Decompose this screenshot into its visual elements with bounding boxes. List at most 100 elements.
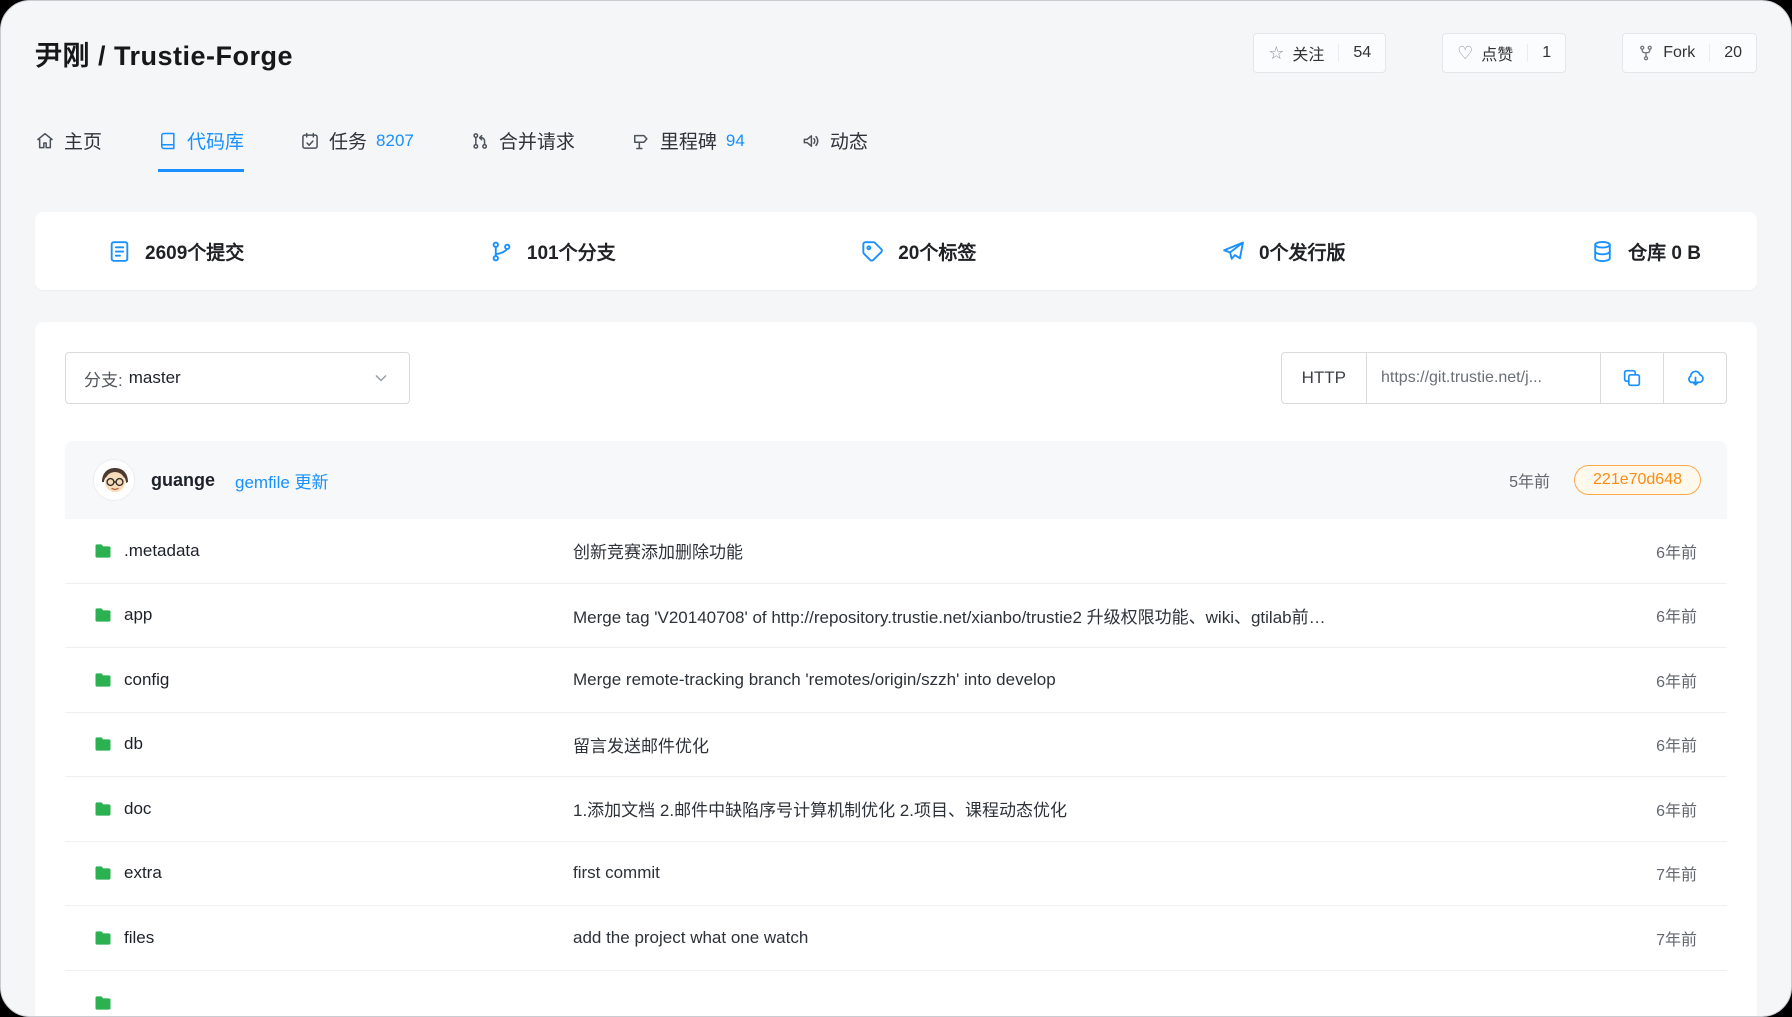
branch-label: 分支:	[84, 366, 123, 391]
stat-branches-label: 101个分支	[527, 238, 616, 265]
folder-icon	[93, 863, 113, 883]
commit-time: 5年前	[1509, 468, 1550, 492]
copy-icon	[1621, 367, 1643, 389]
repo-controls: 分支: master HTTP https://git.trustie.net/…	[65, 352, 1727, 404]
protocol-http-button[interactable]: HTTP	[1281, 352, 1367, 404]
file-name-link[interactable]: config	[93, 670, 573, 690]
milestone-icon	[631, 131, 651, 151]
commit-author[interactable]: guange	[151, 470, 215, 491]
tab-code-label: 代码库	[187, 127, 244, 154]
tab-code[interactable]: 代码库	[158, 127, 244, 172]
repo-browser-card: 分支: master HTTP https://git.trustie.net/…	[35, 322, 1757, 1017]
tab-pulls[interactable]: 合并请求	[470, 127, 575, 172]
tab-milestones[interactable]: 里程碑 94	[631, 127, 745, 172]
clone-url-field[interactable]: https://git.trustie.net/j...	[1367, 352, 1601, 404]
tasks-icon	[300, 131, 320, 151]
header-actions: ☆ 关注 54 ♡ 点赞 1 Fork 20	[1253, 33, 1757, 73]
file-name-link[interactable]: doc	[93, 799, 573, 819]
repo-header: 尹刚 / Trustie-Forge ☆ 关注 54 ♡ 点赞 1 Fork 2…	[35, 33, 1757, 73]
commit-sha-badge[interactable]: 221e70d648	[1574, 465, 1701, 495]
file-name-link[interactable]	[93, 993, 573, 1013]
file-name-link[interactable]: app	[93, 605, 573, 625]
tab-home[interactable]: 主页	[35, 127, 102, 172]
file-row-partial	[65, 971, 1727, 1017]
database-icon	[1590, 239, 1615, 264]
file-row: .metadata 创新竞赛添加删除功能 6年前	[65, 519, 1727, 584]
folder-icon	[93, 928, 113, 948]
release-icon	[1221, 239, 1246, 264]
tab-milestones-count: 94	[726, 131, 745, 151]
file-commit-time: 6年前	[1597, 732, 1697, 756]
tab-milestones-label: 里程碑	[660, 127, 717, 154]
file-commit-message[interactable]: Merge remote-tracking branch 'remotes/or…	[573, 670, 1597, 690]
file-name: files	[124, 928, 154, 948]
repo-title[interactable]: 尹刚 / Trustie-Forge	[35, 34, 293, 73]
file-commit-message[interactable]: first commit	[573, 863, 1597, 883]
file-commit-time: 7年前	[1597, 926, 1697, 950]
app-window: 尹刚 / Trustie-Forge ☆ 关注 54 ♡ 点赞 1 Fork 2…	[0, 0, 1792, 1017]
folder-icon	[93, 670, 113, 690]
file-name: extra	[124, 863, 162, 883]
branch-selector[interactable]: 分支: master	[65, 352, 410, 404]
stat-tags-label: 20个标签	[898, 238, 976, 265]
file-name-link[interactable]: db	[93, 734, 573, 754]
file-name: doc	[124, 799, 151, 819]
fork-icon	[1637, 44, 1655, 62]
file-commit-message[interactable]: 创新竞赛添加删除功能	[573, 538, 1597, 563]
watch-label: 关注	[1292, 41, 1324, 65]
file-name-link[interactable]: extra	[93, 863, 573, 883]
watch-count: 54	[1338, 44, 1371, 62]
fork-count: 20	[1709, 44, 1742, 62]
fork-label: Fork	[1663, 44, 1695, 62]
stat-commits-label: 2609个提交	[145, 238, 244, 265]
repo-tabs: 主页 代码库 任务 8207 合并请求 里程碑 94 动态	[35, 127, 1757, 172]
folder-icon	[93, 605, 113, 625]
tab-issues-count: 8207	[376, 131, 414, 151]
tab-activity[interactable]: 动态	[801, 127, 868, 172]
branch-name: master	[129, 368, 181, 388]
tag-icon	[860, 239, 885, 264]
stat-releases-label: 0个发行版	[1259, 238, 1346, 265]
file-row: files add the project what one watch 7年前	[65, 906, 1727, 971]
clone-url-group: HTTP https://git.trustie.net/j...	[1281, 352, 1727, 404]
file-name-link[interactable]: files	[93, 928, 573, 948]
like-label: 点赞	[1481, 41, 1513, 65]
stat-tags[interactable]: 20个标签	[860, 238, 976, 265]
commits-icon	[107, 239, 132, 264]
tab-issues[interactable]: 任务 8207	[300, 127, 414, 172]
avatar[interactable]	[93, 459, 135, 501]
tab-activity-label: 动态	[830, 127, 868, 154]
file-name-link[interactable]: .metadata	[93, 541, 573, 561]
stat-repo-size[interactable]: 仓库 0 B	[1590, 238, 1701, 265]
folder-icon	[93, 993, 113, 1013]
file-commit-time: 6年前	[1597, 603, 1697, 627]
stat-commits[interactable]: 2609个提交	[107, 238, 244, 265]
file-row: extra first commit 7年前	[65, 842, 1727, 907]
commit-message-link[interactable]: gemfile 更新	[235, 468, 329, 493]
heart-icon: ♡	[1457, 44, 1473, 62]
file-row: app Merge tag 'V20140708' of http://repo…	[65, 584, 1727, 649]
file-commit-time: 6年前	[1597, 539, 1697, 563]
stat-repo-size-label: 仓库 0 B	[1628, 238, 1701, 265]
branch-icon	[489, 239, 514, 264]
file-commit-message[interactable]: 留言发送邮件优化	[573, 732, 1597, 757]
file-name: config	[124, 670, 169, 690]
like-button[interactable]: ♡ 点赞 1	[1442, 33, 1566, 73]
stat-branches[interactable]: 101个分支	[489, 238, 616, 265]
stat-releases[interactable]: 0个发行版	[1221, 238, 1346, 265]
file-row: doc 1.添加文档 2.邮件中缺陷序号计算机制优化 2.项目、课程动态优化 6…	[65, 777, 1727, 842]
file-row: db 留言发送邮件优化 6年前	[65, 713, 1727, 778]
fork-button[interactable]: Fork 20	[1622, 33, 1757, 73]
download-button[interactable]	[1664, 352, 1727, 404]
latest-commit-bar: guange gemfile 更新 5年前 221e70d648	[65, 441, 1727, 519]
file-name: app	[124, 605, 152, 625]
folder-icon	[93, 541, 113, 561]
file-commit-message[interactable]: Merge tag 'V20140708' of http://reposito…	[573, 603, 1597, 628]
file-commit-message[interactable]: add the project what one watch	[573, 928, 1597, 948]
file-commit-time: 7年前	[1597, 861, 1697, 885]
folder-icon	[93, 799, 113, 819]
watch-button[interactable]: ☆ 关注 54	[1253, 33, 1386, 73]
file-commit-message[interactable]: 1.添加文档 2.邮件中缺陷序号计算机制优化 2.项目、课程动态优化	[573, 796, 1597, 821]
file-commit-time: 6年前	[1597, 668, 1697, 692]
copy-url-button[interactable]	[1601, 352, 1664, 404]
